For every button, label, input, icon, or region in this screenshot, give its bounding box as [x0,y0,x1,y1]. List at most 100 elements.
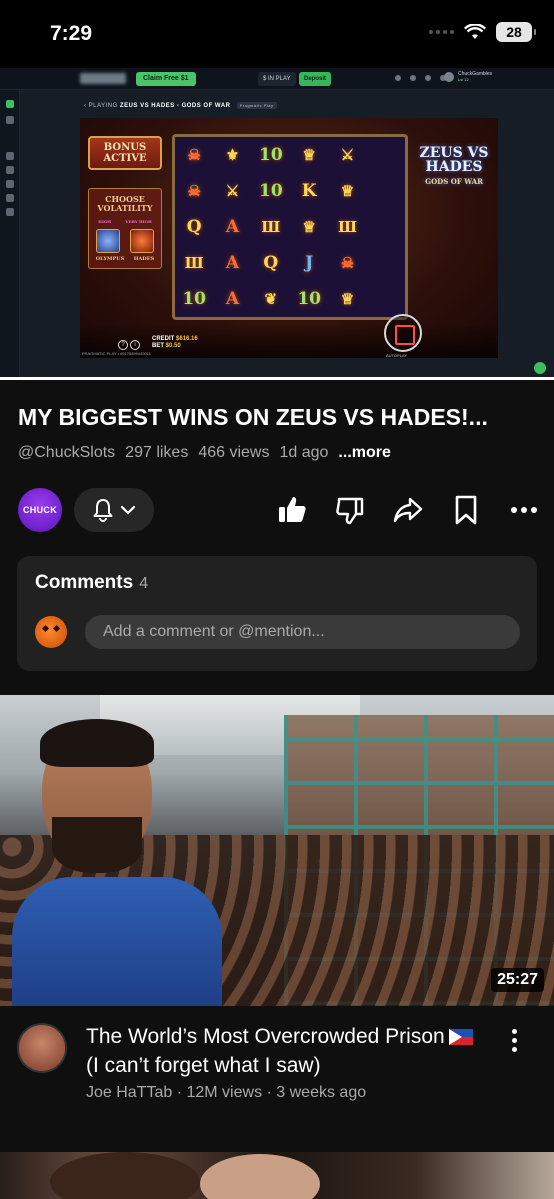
reel-symbol: K [301,181,317,201]
philippines-flag-icon [448,1029,473,1045]
reel-symbol: A [225,217,240,237]
sidebar-icon [6,194,14,202]
credit-value: $616.16 [176,336,198,342]
reel-symbol: Ш [261,218,281,236]
vol-right-name: HADES [133,256,155,262]
breadcrumb-prefix: PLAYING [88,103,118,109]
signal-icon [429,30,454,34]
slot-info-icons: ? i [118,340,140,350]
reel-symbol: ⚔ [340,146,355,164]
comments-header: Comments 4 [35,572,148,594]
share-icon [393,497,423,523]
provider-badge: Pragmatic Play [236,102,277,109]
next-video-thumbnail[interactable]: 25:27 [0,695,554,1006]
user-avatar [444,71,454,82]
reel-symbol: Q [186,217,202,237]
status-bar: 7:29 28 [0,0,554,68]
reel-symbol: Q [263,253,279,273]
deposit-button: Deposit [299,72,332,86]
third-video-thumbnail[interactable] [0,1152,554,1199]
thumbnail-person [12,705,222,1006]
video-meta: @ChuckSlots 297 likes 466 views 1d ago .… [18,444,391,462]
game-logo: ZEUS VS HADES GODS OF WAR [416,146,492,189]
reel-symbol: A [225,289,240,309]
game-footer: PRAGMATIC PLAY • #9175899445011 [82,351,151,356]
bonus-active-badge: BONUS ACTIVE [88,136,162,170]
hades-icon [130,229,154,253]
status-indicators: 28 [429,22,536,42]
vol-very-high-label: VERY HIGH [125,219,152,224]
reel-symbol: ♕ [302,146,316,164]
video-title[interactable]: MY BIGGEST WINS ON ZEUS VS HADES!... [18,404,538,431]
wifi-icon [464,24,486,39]
video-progress-fill [0,377,554,380]
claim-button: Claim Free $1 [136,72,196,86]
video-progress-bar[interactable] [0,377,554,380]
notification-bell-button[interactable] [74,488,154,532]
chat-icon [534,362,546,374]
dislike-button[interactable] [332,492,368,528]
reel-symbol [367,173,405,209]
reel-symbol [367,209,405,245]
reel-symbol: ⚜ [225,146,240,164]
casino-sidebar [0,90,20,380]
reel-symbol: 10 [258,181,283,201]
share-button[interactable] [390,492,426,528]
sidebar-icon [6,166,14,174]
like-button[interactable] [274,492,310,528]
sidebar-icon [6,208,14,216]
reel-symbol: ⚔ [225,182,240,200]
like-count: 297 likes [125,444,189,461]
reel-symbol: ❦ [264,290,278,308]
sidebar-icon [6,180,14,188]
reel-symbol: ☠ [340,254,355,272]
reel-symbol: Ш [337,218,357,236]
reel-symbol: ☠ [187,146,201,164]
sidebar-icon [6,152,14,160]
reel-symbol: ♕ [340,290,355,308]
next-video-menu-button[interactable] [500,1026,528,1054]
comments-title: Comments [35,572,134,593]
reel-symbol: J [305,253,314,273]
more-vertical-icon [511,1028,517,1034]
reel-symbol: ♕ [302,218,316,236]
volatility-label: CHOOSE VOLATILITY [97,194,153,213]
channel-handle[interactable]: @ChuckSlots [18,444,115,462]
battery-icon: 28 [496,22,536,42]
slot-reels: ☠ ⚜ 10 ♕ ⚔ ☠ ⚔ 10 K ♕ Q A Ш ♕ Ш Ш A Q J ☠ 10 A ❦ 10 ♕ [172,134,408,320]
next-video-title[interactable]: The World’s Most Overcrowded Prison (I ca… [86,1022,486,1080]
more-link[interactable]: ...more [338,444,390,462]
game-logo-main: ZEUS VS HADES [419,145,489,175]
video-player[interactable]: Claim Free $1 $ IN PLAY Deposit ChuckGam… [0,68,554,380]
sidebar-icon [6,116,14,124]
volatility-panel: CHOOSE VOLATILITY HIGH VERY HIGH OLYMPUS… [88,188,162,269]
vol-left-name: OLYMPUS [95,256,125,262]
reel-symbol [367,137,405,173]
vol-high-label: HIGH [98,219,112,224]
game-breadcrumb: ‹ PLAYING ZEUS VS HADES - GODS OF WAR Pr… [84,102,277,109]
save-button[interactable] [448,492,484,528]
more-actions-button[interactable] [506,492,542,528]
bookmark-icon [455,495,477,525]
casino-logo [80,73,126,84]
channel-avatar[interactable]: CHUCK [18,488,62,532]
comments-card[interactable]: Comments 4 [17,556,537,671]
status-time: 7:29 [50,22,93,45]
reel-symbol: Ш [184,254,204,272]
comment-input[interactable] [85,615,520,649]
balance-box: $ IN PLAY [258,72,296,86]
game-logo-sub: GODS OF WAR [425,177,483,186]
reel-symbol [367,281,405,317]
bell-icon [93,499,113,522]
reel-symbol: 10 [258,145,283,165]
reel-symbol: ♕ [340,182,355,200]
sidebar-active-icon [6,100,14,108]
reel-symbol: ☠ [187,182,201,200]
olympus-icon [96,229,120,253]
next-title-part2: (I can’t forget what I saw) [86,1054,321,1077]
spin-icon [384,314,422,352]
next-channel-avatar[interactable] [17,1023,67,1073]
user-avatar-pumpkin-icon [35,616,67,648]
video-duration-badge: 25:27 [491,968,544,992]
thumbs-down-icon [336,497,364,525]
